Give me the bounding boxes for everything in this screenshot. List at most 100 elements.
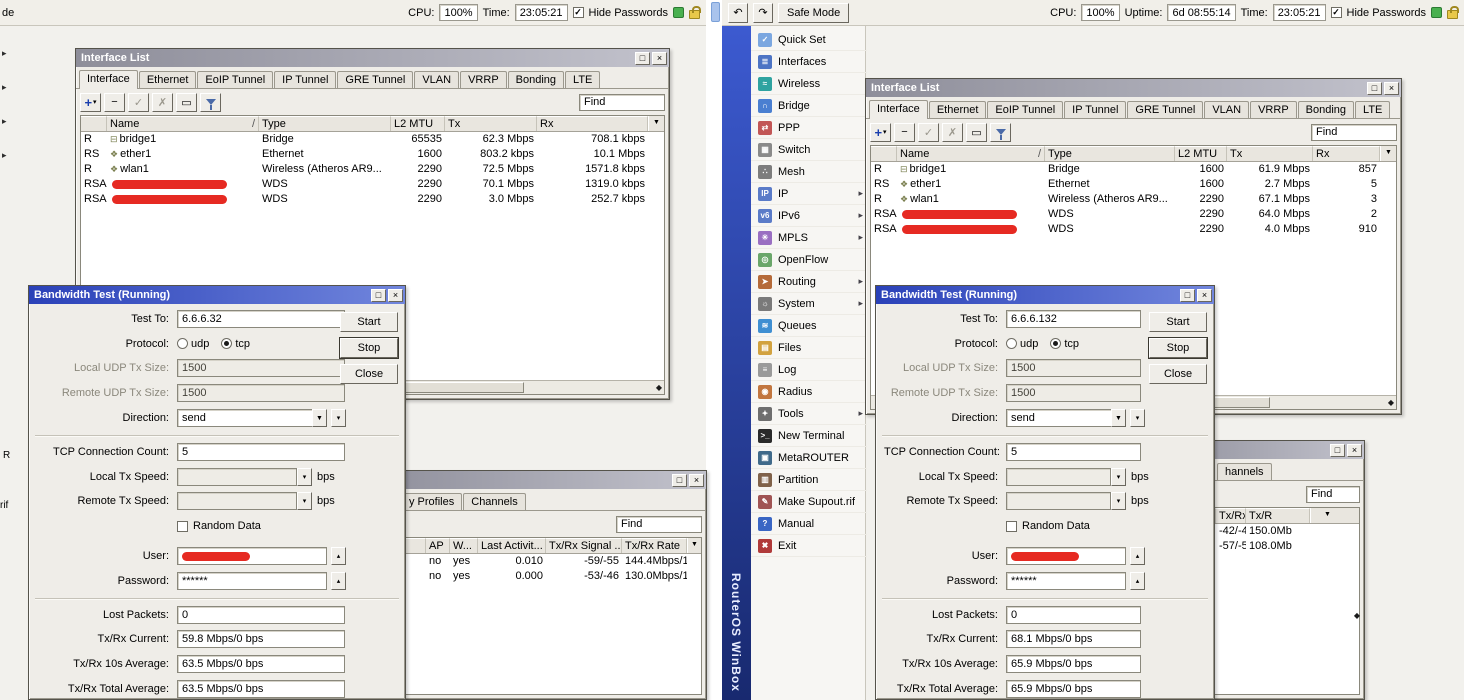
- sidebar-item[interactable]: ▥ Partition: [751, 469, 868, 491]
- tab[interactable]: Bonding: [1297, 101, 1355, 118]
- combo-arrow-button[interactable]: ▼: [312, 409, 327, 428]
- sidebar-item[interactable]: ◉ Radius: [751, 381, 868, 403]
- tab[interactable]: Interface: [869, 100, 928, 119]
- table-row[interactable]: RSA WDS 2290 4.0 Mbps 910: [871, 222, 1396, 237]
- table-row[interactable]: RS ❖ ether1 Ethernet 1600 2.7 Mbps 5: [871, 177, 1396, 192]
- tcp-label[interactable]: tcp: [235, 338, 250, 350]
- table-row[interactable]: RSA WDS 2290 3.0 Mbps 252.7 kbps: [81, 192, 664, 207]
- remote-udp-size-field[interactable]: 1500: [1006, 384, 1141, 403]
- close-action-button[interactable]: Close: [1149, 364, 1207, 384]
- tab[interactable]: VRRP: [460, 71, 507, 88]
- start-button[interactable]: Start: [1149, 312, 1207, 332]
- tcp-conn-field[interactable]: 5: [177, 442, 345, 461]
- udp-radio[interactable]: [1006, 338, 1017, 350]
- maximize-button[interactable]: □: [1367, 81, 1382, 95]
- disable-button[interactable]: ✗: [152, 92, 173, 112]
- close-action-button[interactable]: Close: [340, 364, 398, 384]
- remove-button[interactable]: −: [894, 122, 915, 142]
- random-data-checkbox[interactable]: [177, 520, 188, 532]
- hide-passwords-label[interactable]: Hide Passwords: [589, 7, 668, 19]
- local-udp-size-field[interactable]: 1500: [177, 359, 345, 378]
- close-button[interactable]: ×: [652, 51, 667, 65]
- column-name[interactable]: Name /: [897, 146, 1045, 161]
- maximize-button[interactable]: □: [371, 288, 386, 302]
- column-select-button[interactable]: ▼: [1310, 508, 1344, 523]
- remote-udp-size-field[interactable]: 1500: [177, 384, 345, 403]
- direction-extra-button[interactable]: ▾: [1130, 409, 1145, 428]
- scroll-corner-icon[interactable]: ◆: [1388, 398, 1394, 407]
- close-button[interactable]: ×: [1347, 443, 1362, 457]
- column-type[interactable]: Type: [259, 116, 391, 131]
- maximize-button[interactable]: □: [1180, 288, 1195, 302]
- sidebar-item[interactable]: ⇄ PPP: [751, 117, 868, 139]
- up-arrow-button[interactable]: ▴: [1130, 571, 1145, 590]
- sidebar-item[interactable]: ✖ Exit: [751, 535, 868, 557]
- sidebar-item[interactable]: ✓ Quick Set: [751, 29, 868, 51]
- scroll-corner-icon[interactable]: ◆: [656, 383, 662, 392]
- disable-button[interactable]: ✗: [942, 122, 963, 142]
- comment-button[interactable]: ▭: [966, 122, 987, 142]
- tab[interactable]: Bonding: [507, 71, 565, 88]
- combo-arrow-button[interactable]: ▾: [297, 492, 312, 511]
- close-button[interactable]: ×: [689, 473, 704, 487]
- hide-passwords-checkbox[interactable]: [1330, 7, 1342, 18]
- up-arrow-button[interactable]: ▴: [331, 547, 346, 566]
- tab[interactable]: GRE Tunnel: [1127, 101, 1204, 118]
- combo-arrow-button[interactable]: ▾: [297, 467, 312, 486]
- tab[interactable]: hannels: [1217, 463, 1272, 480]
- sidebar-item[interactable]: ∴ Mesh: [751, 161, 868, 183]
- column-signal[interactable]: Tx/Rx Signal ..: [1216, 508, 1246, 523]
- filter-button[interactable]: [200, 92, 221, 112]
- combo-arrow-button[interactable]: ▾: [1111, 467, 1126, 486]
- tcp-radio[interactable]: [1050, 338, 1062, 350]
- remote-tx-speed-field[interactable]: [177, 492, 297, 511]
- udp-radio[interactable]: [177, 338, 188, 350]
- sidebar-item[interactable]: ≋ Queues: [751, 315, 868, 337]
- user-field[interactable]: [1006, 547, 1126, 566]
- table-row[interactable]: no yes 0.010 -59/-55 144.4Mbps/144.4: [374, 554, 701, 569]
- enable-button[interactable]: ✓: [918, 122, 939, 142]
- tab[interactable]: Ethernet: [928, 101, 987, 118]
- column-signal[interactable]: Tx/Rx Signal ..: [546, 538, 622, 553]
- tcp-radio[interactable]: [221, 338, 233, 350]
- sidebar-item[interactable]: ∩ Bridge: [751, 95, 868, 117]
- tab[interactable]: y Profiles: [401, 493, 463, 510]
- remove-button[interactable]: −: [104, 92, 125, 112]
- find-box[interactable]: Find: [579, 93, 665, 111]
- column-rx[interactable]: Rx: [1313, 146, 1380, 161]
- filter-button[interactable]: [990, 122, 1011, 142]
- stop-button[interactable]: Stop: [339, 337, 399, 359]
- table-row[interactable]: RS ❖ ether1 Ethernet 1600 803.2 kbps 10.1…: [81, 147, 664, 162]
- column-ap[interactable]: AP: [426, 538, 450, 553]
- tab[interactable]: EoIP Tunnel: [987, 101, 1064, 118]
- maximize-button[interactable]: □: [1330, 443, 1345, 457]
- up-arrow-button[interactable]: ▴: [1130, 547, 1145, 566]
- table-row[interactable]: R ❖ wlan1 Wireless (Atheros AR9... 2290 6…: [871, 192, 1396, 207]
- column-wds[interactable]: W...: [450, 538, 478, 553]
- user-field[interactable]: [177, 547, 327, 566]
- sidebar-item[interactable]: ✳ MPLS ▸: [751, 227, 868, 249]
- column-tx[interactable]: Tx: [445, 116, 537, 131]
- sidebar-item[interactable]: ≣ Interfaces: [751, 51, 868, 73]
- sidebar-item[interactable]: ☼ System ▸: [751, 293, 868, 315]
- window-titlebar[interactable]: Bandwidth Test (Running) □ ×: [29, 286, 405, 304]
- sidebar-item[interactable]: ▦ Switch: [751, 139, 868, 161]
- tab[interactable]: Channels: [463, 493, 526, 510]
- local-udp-size-field[interactable]: 1500: [1006, 359, 1141, 378]
- up-arrow-button[interactable]: ▴: [331, 571, 346, 590]
- random-data-checkbox[interactable]: [1006, 520, 1017, 532]
- stop-button[interactable]: Stop: [1148, 337, 1208, 359]
- window-titlebar[interactable]: Interface List □ ×: [866, 79, 1401, 97]
- column-flags[interactable]: [81, 116, 107, 131]
- column-select-button[interactable]: ▼: [1380, 146, 1396, 161]
- sidebar-item[interactable]: ◎ OpenFlow: [751, 249, 868, 271]
- sidebar-item[interactable]: ✎ Make Supout.rif: [751, 491, 868, 513]
- local-tx-speed-field[interactable]: [1006, 467, 1111, 486]
- column-tx[interactable]: Tx: [1227, 146, 1313, 161]
- column-flags[interactable]: [871, 146, 897, 161]
- sidebar-item[interactable]: ? Manual: [751, 513, 868, 535]
- column-select-button[interactable]: ▼: [648, 116, 664, 131]
- tab[interactable]: LTE: [1355, 101, 1391, 118]
- combo-arrow-button[interactable]: ▼: [1111, 409, 1126, 428]
- enable-button[interactable]: ✓: [128, 92, 149, 112]
